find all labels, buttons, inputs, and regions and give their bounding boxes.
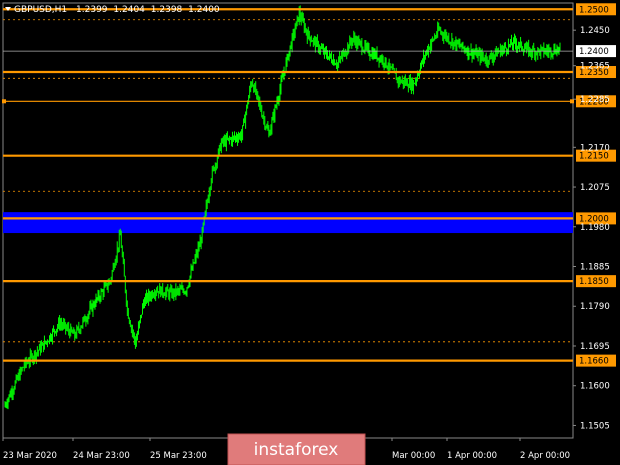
y-tick-label: 1.1885 <box>580 263 610 273</box>
level-tag-label: 1.2500 <box>579 5 609 15</box>
y-tick-label: 1.2075 <box>580 183 610 193</box>
y-tick-label: 1.1790 <box>580 302 610 312</box>
support-zone-layer <box>3 212 573 234</box>
price-chart[interactable]: 1.25001.23501.22801.21501.20001.18501.16… <box>0 0 620 465</box>
y-tick-label: 1.1600 <box>580 382 610 392</box>
x-tick-label: 25 Mar 23:00 <box>150 451 207 461</box>
y-tick-label: 1.2170 <box>580 143 610 153</box>
symbol-label: GBPUSD,H1 1.2399 1.2404 1.2398 1.2400 <box>14 5 220 15</box>
level-tag-label: 1.1660 <box>579 357 609 367</box>
level-tag-label: 1.1850 <box>579 277 609 287</box>
x-tick-label: 23 Mar 2020 <box>3 451 57 461</box>
watermark-text: instaforex <box>254 440 339 460</box>
level-handle[interactable] <box>570 99 574 104</box>
x-tick-label: Mar 00:00 <box>392 451 435 461</box>
x-tick-label: 24 Mar 23:00 <box>73 451 130 461</box>
current-price-label: 1.2400 <box>579 47 609 57</box>
y-tick-label: 1.1505 <box>580 421 610 431</box>
level-handle[interactable] <box>2 99 6 104</box>
y-tick-label: 1.1980 <box>580 223 610 233</box>
x-tick-label: 2 Apr 00:00 <box>520 451 570 461</box>
y-tick-label: 1.2450 <box>580 26 610 36</box>
y-tick-label: 1.2365 <box>580 62 610 72</box>
support-zone <box>3 212 573 234</box>
y-tick-label: 1.2285 <box>580 95 610 105</box>
watermark-banner: instaforex <box>227 433 366 465</box>
y-tick-label: 1.1695 <box>580 342 610 352</box>
x-tick-label: 1 Apr 00:00 <box>447 451 497 461</box>
